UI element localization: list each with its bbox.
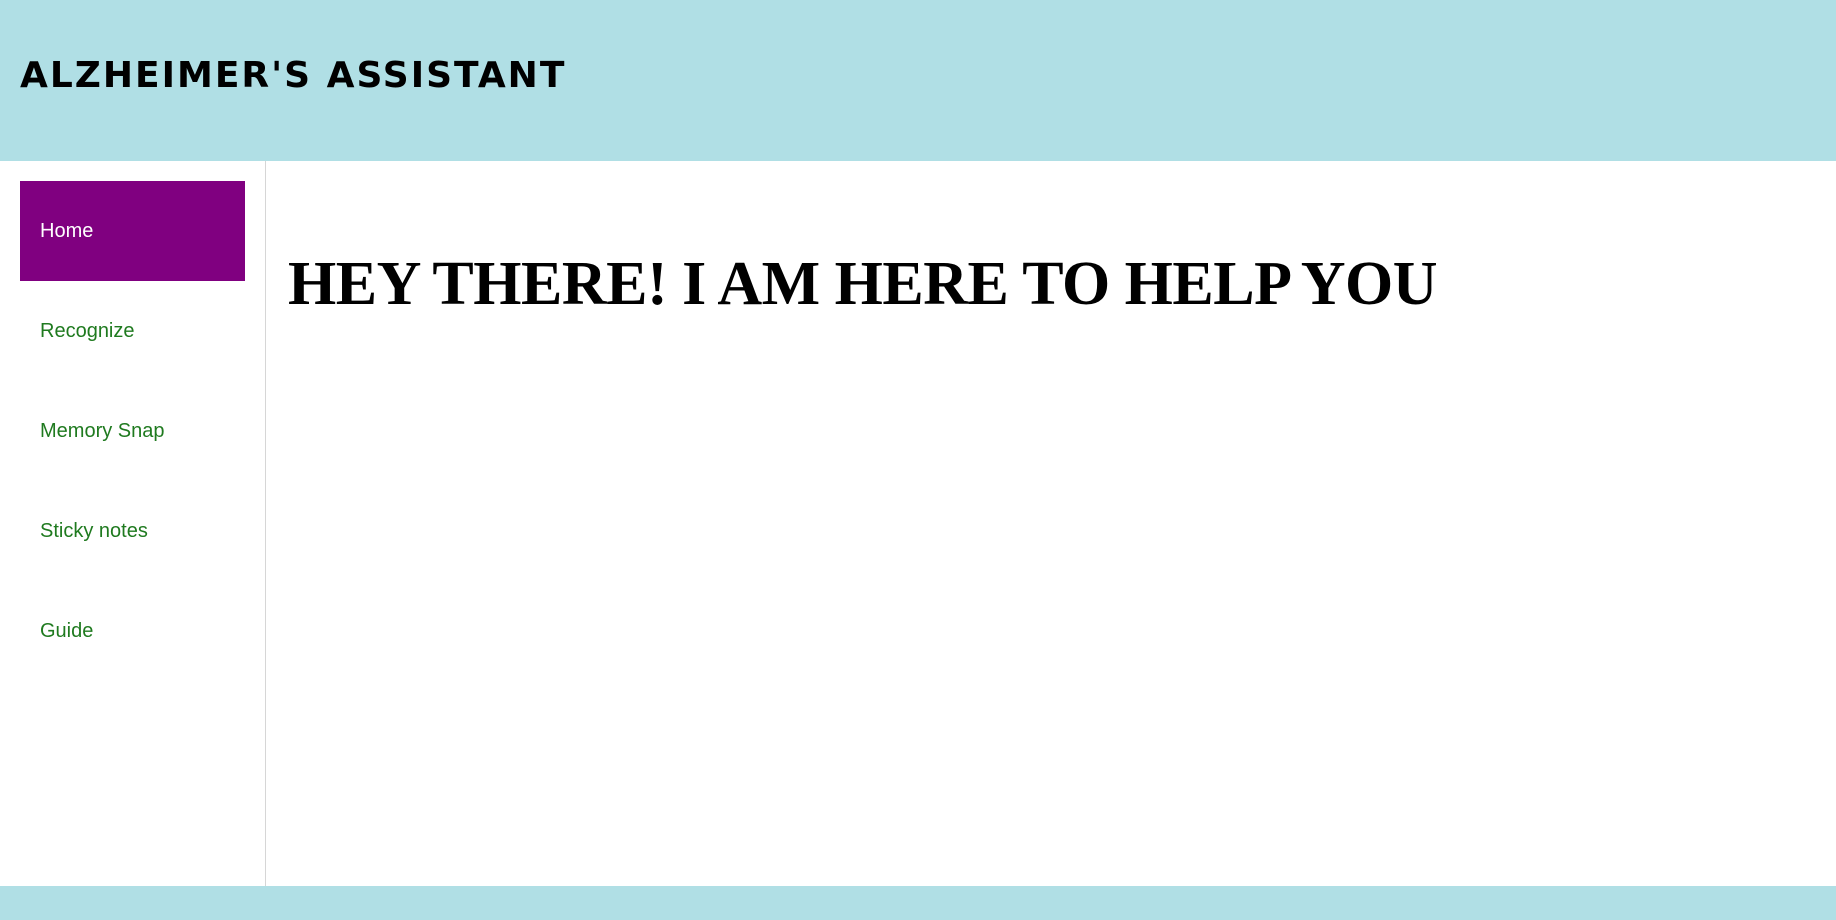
sidebar-item-guide[interactable]: Guide: [20, 581, 245, 681]
sidebar-item-home[interactable]: Home: [20, 181, 245, 281]
sidebar-item-memory-snap[interactable]: Memory Snap: [20, 381, 245, 481]
app-footer: [0, 886, 1836, 920]
sidebar-item-recognize[interactable]: Recognize: [20, 281, 245, 381]
app-title: ALZHEIMER'S ASSISTANT: [20, 55, 567, 96]
sidebar-item-sticky-notes[interactable]: Sticky notes: [20, 481, 245, 581]
sidebar-nav: Home Recognize Memory Snap Sticky notes …: [0, 161, 266, 886]
main-content: HEY THERE! I AM HERE TO HELP YOU: [266, 161, 1836, 886]
welcome-heading: HEY THERE! I AM HERE TO HELP YOU: [288, 250, 1438, 318]
app-header: ALZHEIMER'S ASSISTANT: [0, 0, 1836, 161]
